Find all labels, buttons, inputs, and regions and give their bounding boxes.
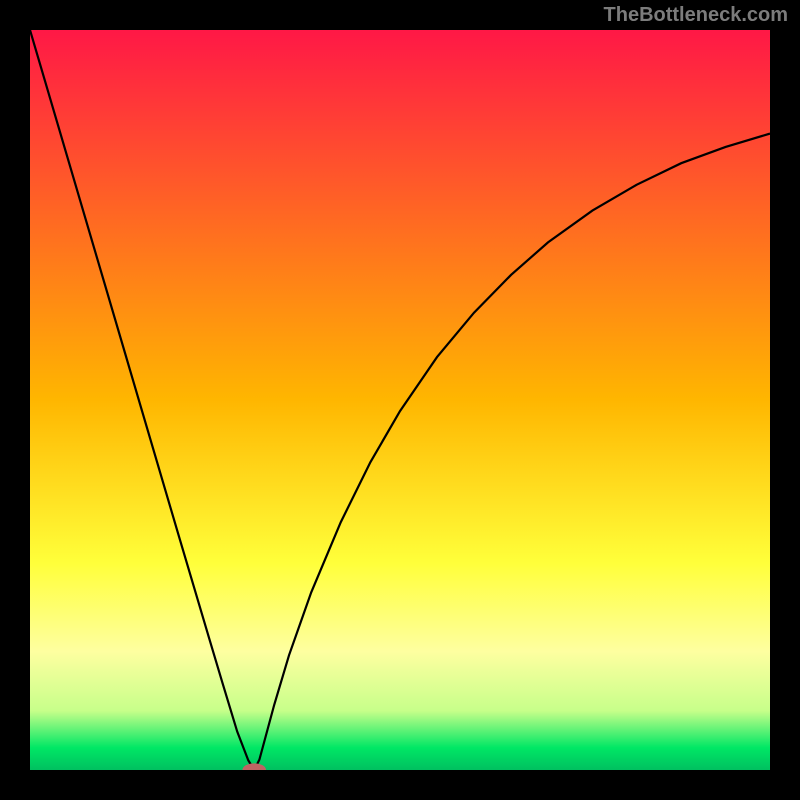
plot-area [30,30,770,770]
chart-frame: TheBottleneck.com [0,0,800,800]
attribution-text: TheBottleneck.com [604,4,788,27]
chart-svg [30,30,770,770]
background-gradient [30,30,770,770]
